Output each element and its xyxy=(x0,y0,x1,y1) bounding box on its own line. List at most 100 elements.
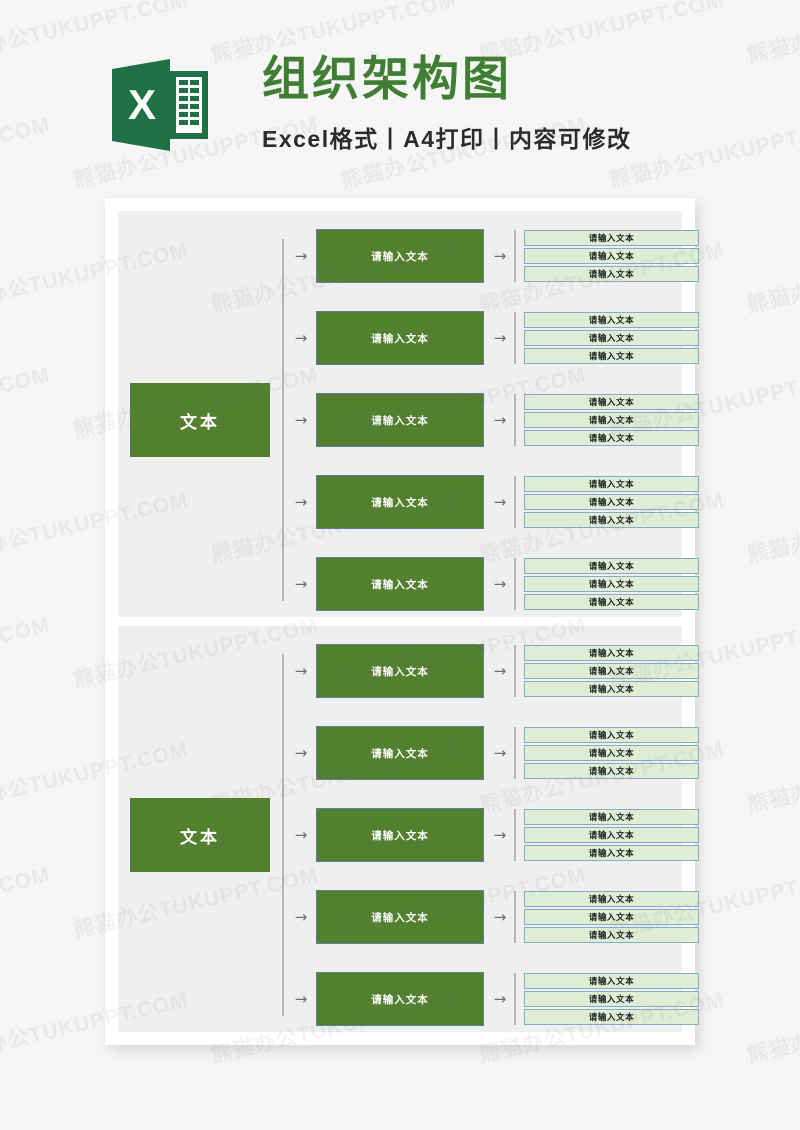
panel-1-rows: 文本 → 请输入文本 → 请输入文本 请输入文本 请输入文本 → 请输入文本 → 请输入文本 请输入文… xyxy=(118,211,699,617)
leaf-node-box[interactable]: 请输入文本 xyxy=(524,645,699,661)
org-chart-panel-1: 文本 → 请输入文本 → 请输入文本 请输入文本 请输入文本 → 请输入文本 → 请输入文本 请输入文… xyxy=(118,211,699,617)
leaf-node-box[interactable]: 请输入文本 xyxy=(524,991,699,1007)
org-chart-row: → 请输入文本 → 请输入文本 请输入文本 请输入文本 xyxy=(118,311,699,365)
leaf-node-box[interactable]: 请输入文本 xyxy=(524,330,699,346)
leaf-node-box[interactable]: 请输入文本 xyxy=(524,745,699,761)
leaf-node-box[interactable]: 请输入文本 xyxy=(524,973,699,989)
org-chart-row: → 请输入文本 → 请输入文本 请输入文本 请输入文本 xyxy=(118,557,699,611)
watermark-text: 熊猫办公TUKUPPT.COM xyxy=(0,363,53,443)
watermark-text: 熊猫办公TUKUPPT.COM xyxy=(745,238,800,318)
arrow-right-icon: → xyxy=(493,411,507,429)
leaf-connector-line xyxy=(514,891,516,943)
leaf-group: 请输入文本 请输入文本 请输入文本 xyxy=(524,973,699,1025)
leaf-group: 请输入文本 请输入文本 请输入文本 xyxy=(524,230,699,282)
leaf-node-box[interactable]: 请输入文本 xyxy=(524,594,699,610)
leaf-node-box[interactable]: 请输入文本 xyxy=(524,681,699,697)
leaf-group: 请输入文本 请输入文本 请输入文本 xyxy=(524,312,699,364)
branch-node-box[interactable]: 请输入文本 xyxy=(316,726,484,780)
branch-node-box[interactable]: 请输入文本 xyxy=(316,311,484,365)
watermark-text: 熊猫办公TUKUPPT.COM xyxy=(0,613,53,693)
excel-logo-icon: X xyxy=(108,53,212,157)
leaf-group: 请输入文本 请输入文本 请输入文本 xyxy=(524,645,699,697)
leaf-node-box[interactable]: 请输入文本 xyxy=(524,927,699,943)
leaf-connector-line xyxy=(514,558,516,610)
arrow-right-icon: → xyxy=(294,493,308,511)
arrow-right-icon: → xyxy=(493,329,507,347)
arrow-right-icon: → xyxy=(493,662,507,680)
leaf-group: 请输入文本 请输入文本 请输入文本 xyxy=(524,558,699,610)
watermark-text: 熊猫办公TUKUPPT.COM xyxy=(745,738,800,818)
leaf-node-box[interactable]: 请输入文本 xyxy=(524,512,699,528)
leaf-node-box[interactable]: 请输入文本 xyxy=(524,412,699,428)
leaf-node-box[interactable]: 请输入文本 xyxy=(524,909,699,925)
leaf-group: 请输入文本 请输入文本 请输入文本 xyxy=(524,891,699,943)
leaf-node-box[interactable]: 请输入文本 xyxy=(524,312,699,328)
arrow-right-icon: → xyxy=(294,411,308,429)
branch-node-box[interactable]: 请输入文本 xyxy=(316,475,484,529)
arrow-right-icon: → xyxy=(294,826,308,844)
leaf-node-box[interactable]: 请输入文本 xyxy=(524,827,699,843)
leaf-node-box[interactable]: 请输入文本 xyxy=(524,230,699,246)
leaf-node-box[interactable]: 请输入文本 xyxy=(524,763,699,779)
leaf-node-box[interactable]: 请输入文本 xyxy=(524,845,699,861)
leaf-node-box[interactable]: 请输入文本 xyxy=(524,494,699,510)
svg-text:X: X xyxy=(128,81,156,128)
org-chart-row: → 请输入文本 → 请输入文本 请输入文本 请输入文本 xyxy=(118,890,699,944)
branch-node-box[interactable]: 请输入文本 xyxy=(316,808,484,862)
leaf-node-box[interactable]: 请输入文本 xyxy=(524,430,699,446)
watermark-text: 熊猫办公TUKUPPT.COM xyxy=(745,488,800,568)
arrow-right-icon: → xyxy=(294,575,308,593)
leaf-group: 请输入文本 请输入文本 请输入文本 xyxy=(524,727,699,779)
leaf-node-box[interactable]: 请输入文本 xyxy=(524,576,699,592)
leaf-connector-line xyxy=(514,973,516,1025)
watermark-text: 熊猫办公TUKUPPT.COM xyxy=(0,863,53,943)
leaf-group: 请输入文本 请输入文本 请输入文本 xyxy=(524,394,699,446)
header-text-block: 组织架构图 Excel格式丨A4打印丨内容可修改 xyxy=(262,52,632,154)
branch-node-box[interactable]: 请输入文本 xyxy=(316,890,484,944)
org-chart-row: → 请输入文本 → 请输入文本 请输入文本 请输入文本 xyxy=(118,726,699,780)
branch-node-box[interactable]: 请输入文本 xyxy=(316,393,484,447)
branch-node-box[interactable]: 请输入文本 xyxy=(316,557,484,611)
leaf-node-box[interactable]: 请输入文本 xyxy=(524,348,699,364)
org-chart-row: → 请输入文本 → 请输入文本 请输入文本 请输入文本 xyxy=(118,644,699,698)
arrow-right-icon: → xyxy=(493,908,507,926)
arrow-right-icon: → xyxy=(493,826,507,844)
leaf-node-box[interactable]: 请输入文本 xyxy=(524,394,699,410)
arrow-right-icon: → xyxy=(493,744,507,762)
page-title: 组织架构图 xyxy=(262,52,512,105)
leaf-node-box[interactable]: 请输入文本 xyxy=(524,266,699,282)
org-chart-row: → 请输入文本 → 请输入文本 请输入文本 请输入文本 xyxy=(118,972,699,1026)
arrow-right-icon: → xyxy=(493,990,507,1008)
leaf-node-box[interactable]: 请输入文本 xyxy=(524,1009,699,1025)
arrow-right-icon: → xyxy=(294,662,308,680)
page-header: X 组织架构图 Excel格式丨A4打印丨内容可修改 xyxy=(0,0,800,195)
leaf-node-box[interactable]: 请输入文本 xyxy=(524,891,699,907)
page-subtitle: Excel格式丨A4打印丨内容可修改 xyxy=(262,126,632,153)
arrow-right-icon: → xyxy=(294,247,308,265)
leaf-node-box[interactable]: 请输入文本 xyxy=(524,727,699,743)
org-chart-row: → 请输入文本 → 请输入文本 请输入文本 请输入文本 xyxy=(118,229,699,283)
branch-node-box[interactable]: 请输入文本 xyxy=(316,972,484,1026)
leaf-connector-line xyxy=(514,645,516,697)
arrow-right-icon: → xyxy=(294,990,308,1008)
branch-node-box[interactable]: 请输入文本 xyxy=(316,229,484,283)
arrow-right-icon: → xyxy=(493,493,507,511)
document-sheet: 文本 → 请输入文本 → 请输入文本 请输入文本 请输入文本 → 请输入文本 → 请输入文本 请输入文… xyxy=(105,198,699,1045)
leaf-group: 请输入文本 请输入文本 请输入文本 xyxy=(524,476,699,528)
org-chart-panel-2: 文本 → 请输入文本 → 请输入文本 请输入文本 请输入文本 → 请输入文本 → 请输入文本 请输入文… xyxy=(118,626,699,1032)
branch-node-box[interactable]: 请输入文本 xyxy=(316,644,484,698)
org-chart-row: → 请输入文本 → 请输入文本 请输入文本 请输入文本 xyxy=(118,808,699,862)
leaf-node-box[interactable]: 请输入文本 xyxy=(524,558,699,574)
arrow-right-icon: → xyxy=(294,329,308,347)
leaf-connector-line xyxy=(514,809,516,861)
leaf-group: 请输入文本 请输入文本 请输入文本 xyxy=(524,809,699,861)
leaf-node-box[interactable]: 请输入文本 xyxy=(524,809,699,825)
leaf-node-box[interactable]: 请输入文本 xyxy=(524,248,699,264)
leaf-node-box[interactable]: 请输入文本 xyxy=(524,663,699,679)
leaf-connector-line xyxy=(514,476,516,528)
leaf-connector-line xyxy=(514,394,516,446)
org-chart-row: → 请输入文本 → 请输入文本 请输入文本 请输入文本 xyxy=(118,393,699,447)
arrow-right-icon: → xyxy=(493,247,507,265)
leaf-node-box[interactable]: 请输入文本 xyxy=(524,476,699,492)
watermark-text: 熊猫办公TUKUPPT.COM xyxy=(745,988,800,1068)
